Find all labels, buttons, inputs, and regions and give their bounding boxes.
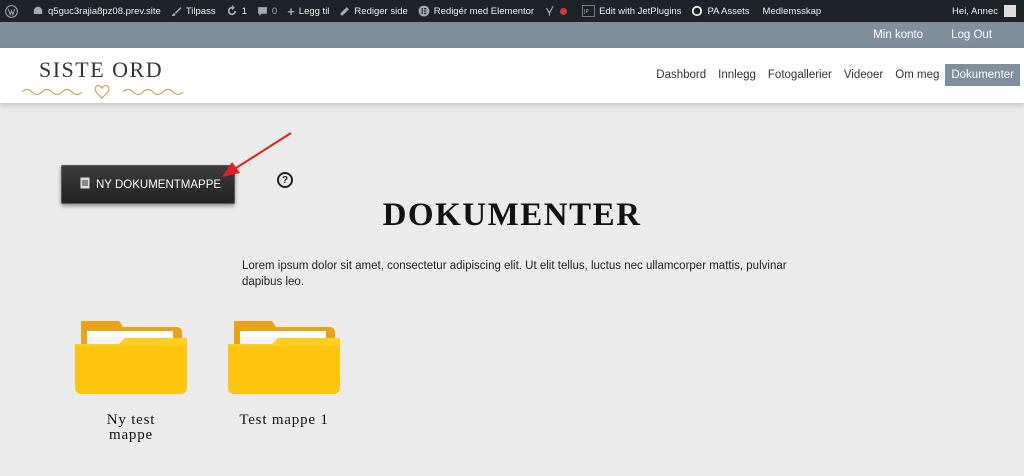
- yoast-menu[interactable]: [539, 0, 572, 22]
- membership-link[interactable]: Medlemsskap: [755, 0, 827, 22]
- new-content-link[interactable]: + Legg til: [282, 0, 334, 22]
- folder-label: Ny test mappe: [106, 412, 156, 443]
- folder-item[interactable]: Test mappe 1: [226, 318, 342, 428]
- site-header: SISTE ORD Dashbord Innlegg Fotogallerier…: [0, 48, 1024, 103]
- avatar: [1004, 5, 1016, 17]
- logo-ornament: [21, 84, 184, 99]
- jetplugins-link[interactable]: JP Edit with JetPlugins: [572, 0, 686, 22]
- folder-label: Test mappe 1: [239, 412, 329, 428]
- record-icon: [560, 7, 568, 15]
- intro-text: Lorem ipsum dolor sit amet, consectetur …: [242, 260, 787, 288]
- page-title: DOKUMENTER: [382, 197, 642, 233]
- admin-bar: q5guc3rajia8pz08.prev.site Tilpass 1 0 +…: [0, 0, 1024, 22]
- edit-page-link[interactable]: Rediger side: [334, 0, 412, 22]
- nav-item-fotogallerier[interactable]: Fotogallerier: [762, 64, 838, 86]
- svg-text:JP: JP: [583, 9, 589, 15]
- pa-assets-link[interactable]: PA Assets: [686, 0, 754, 22]
- document-icon: [80, 177, 90, 192]
- pa-assets-label: PA Assets: [707, 5, 750, 17]
- updates-link[interactable]: 1: [221, 0, 252, 22]
- pencil-icon: [339, 6, 350, 17]
- elementor-icon: [418, 5, 430, 17]
- comment-icon: [257, 6, 268, 17]
- updates-count: 1: [241, 5, 247, 17]
- brush-icon: [171, 6, 182, 17]
- nav-item-om-meg[interactable]: Om meg: [889, 64, 945, 86]
- account-menu[interactable]: Hei, Annec: [952, 0, 1016, 22]
- plus-icon: +: [287, 3, 295, 19]
- membership-label: Medlemsskap: [762, 5, 822, 17]
- site-name-link[interactable]: q5guc3rajia8pz08.prev.site: [27, 0, 166, 22]
- pa-assets-icon: [691, 5, 703, 17]
- comments-count: 0: [271, 5, 278, 17]
- refresh-icon: [226, 5, 238, 17]
- logo-text: SISTE ORD: [39, 57, 164, 82]
- site-name-label: q5guc3rajia8pz08.prev.site: [48, 5, 161, 17]
- my-account-link[interactable]: Min konto: [873, 29, 923, 41]
- folder-icon: [75, 321, 187, 394]
- main-nav: Dashbord Innlegg Fotogallerier Videoer O…: [650, 64, 1020, 86]
- new-folder-label: NY DOKUMENTMAPPE: [96, 178, 222, 191]
- comments-link[interactable]: 0: [252, 0, 282, 22]
- site-logo[interactable]: SISTE ORD: [20, 54, 190, 99]
- nav-item-videoer[interactable]: Videoer: [838, 64, 889, 86]
- jetplugins-icon: JP: [582, 5, 596, 17]
- logout-link[interactable]: Log Out: [951, 29, 992, 41]
- jetplugins-label: Edit with JetPlugins: [599, 5, 682, 17]
- folder-item[interactable]: Ny test mappe: [73, 318, 189, 443]
- customize-label: Tilpass: [185, 5, 216, 17]
- help-icon[interactable]: ?: [277, 172, 293, 188]
- nav-item-innlegg[interactable]: Innlegg: [712, 64, 762, 86]
- folder-icon: [228, 321, 340, 394]
- edit-page-label: Rediger side: [354, 5, 408, 17]
- nav-item-dokumenter[interactable]: Dokumenter: [945, 64, 1020, 86]
- nav-item-dashbord[interactable]: Dashbord: [650, 64, 712, 86]
- yoast-icon: [544, 5, 556, 17]
- elementor-label: Redigér med Elementor: [433, 5, 535, 17]
- customize-link[interactable]: Tilpass: [166, 0, 221, 22]
- site-icon: [32, 5, 44, 17]
- new-content-label: Legg til: [298, 5, 330, 17]
- wp-logo-menu[interactable]: [0, 0, 27, 22]
- greeting-label: Hei, Annec: [952, 5, 998, 17]
- wordpress-icon: [5, 4, 18, 18]
- account-strip: Min konto Log Out: [0, 22, 1024, 48]
- elementor-link[interactable]: Redigér med Elementor: [413, 0, 539, 22]
